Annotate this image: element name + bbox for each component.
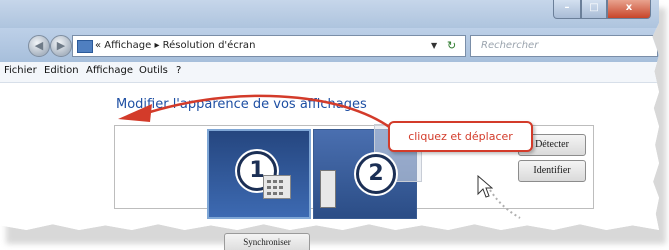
monitor-1[interactable]: 1	[207, 129, 311, 219]
title-bar: – □ x	[0, 0, 659, 28]
maximize-button[interactable]: □	[581, 0, 607, 19]
search-placeholder: Rechercher	[481, 40, 539, 51]
back-button[interactable]: ◀	[28, 35, 50, 57]
identify-button[interactable]: Identifier	[518, 160, 586, 182]
navigation-bar: ◀ ▶ « Affichage ▸ Résolution d'écran ▼ ↻…	[0, 28, 659, 62]
menu-item-help[interactable]: ?	[176, 65, 181, 76]
page-title: Modifier l'apparence de vos affichages	[116, 97, 367, 112]
address-path: « Affichage ▸ Résolution d'écran	[95, 40, 256, 51]
refresh-icon[interactable]: ↻	[447, 36, 456, 56]
annotation-callout: cliquez et déplacer	[388, 121, 533, 152]
minimize-button[interactable]: –	[553, 0, 581, 19]
search-input[interactable]: Rechercher	[470, 35, 658, 57]
menu-item-fichier[interactable]: Fichier	[4, 65, 37, 76]
address-bar[interactable]: « Affichage ▸ Résolution d'écran ▼ ↻	[72, 35, 466, 57]
close-button[interactable]: x	[607, 0, 651, 19]
mouse-cursor-icon	[477, 175, 493, 198]
forward-button[interactable]: ▶	[50, 35, 72, 57]
keyboard-icon	[263, 175, 291, 199]
menu-item-outils[interactable]: Outils	[139, 65, 168, 76]
control-panel-icon	[77, 40, 93, 53]
menu-item-edition[interactable]: Edition	[44, 65, 79, 76]
sync-button[interactable]: Synchroniser	[224, 233, 310, 250]
window-controls: – □ x	[553, 0, 651, 19]
computer-tower-icon	[320, 170, 336, 208]
menu-item-affichage[interactable]: Affichage	[86, 65, 133, 76]
back-arrow-icon: ◀	[34, 39, 44, 52]
menu-bar: Fichier Edition Affichage Outils ?	[0, 62, 659, 83]
monitor-number-badge: 2	[356, 154, 396, 194]
chevron-down-icon[interactable]: ▼	[431, 36, 437, 56]
forward-arrow-icon: ▶	[56, 39, 66, 52]
